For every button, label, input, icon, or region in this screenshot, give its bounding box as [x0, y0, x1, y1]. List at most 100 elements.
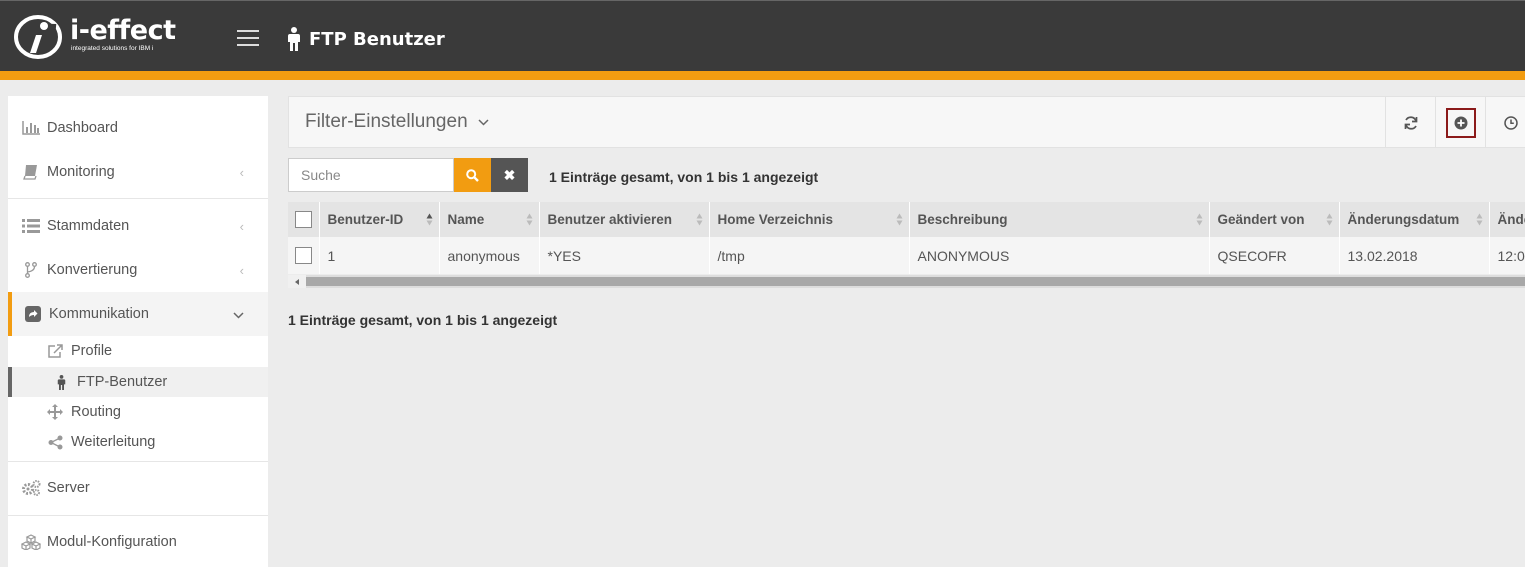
external-link-icon [46, 343, 64, 359]
bar-chart-icon [21, 121, 41, 135]
page-title-area: FTP Benutzer [287, 25, 445, 53]
cogs-icon [21, 480, 41, 496]
add-button-focus [1445, 107, 1476, 138]
table-header-row: Benutzer-ID Name Benutzer aktivieren Hom… [288, 202, 1525, 237]
sidebar-subitem-profile[interactable]: Profile [8, 336, 268, 366]
table-row[interactable]: 1 anonymous *YES /tmp ANONYMOUS QSECOFR … [288, 237, 1525, 274]
sidebar-item-modul-konfiguration[interactable]: Modul-Konfiguration [8, 520, 268, 564]
clear-search-button[interactable]: ✖ [491, 158, 528, 192]
sidebar-item-label: Konvertierung [47, 262, 138, 278]
refresh-button[interactable] [1385, 97, 1435, 148]
male-icon [288, 27, 300, 51]
male-icon [52, 374, 70, 390]
cell-benutzer-aktivieren: *YES [539, 237, 710, 274]
sidebar-subitem-weiterleitung[interactable]: Weiterleitung [8, 427, 268, 457]
search-icon [466, 168, 479, 182]
share-alt-icon [46, 435, 64, 450]
select-all-cell [288, 202, 320, 237]
accent-bar [0, 71, 1525, 80]
sidebar-item-monitoring[interactable]: Monitoring ‹ [8, 150, 268, 194]
row-checkbox[interactable] [295, 247, 312, 265]
plus-circle-icon [1454, 116, 1467, 129]
sidebar-subitem-label: Routing [71, 404, 121, 420]
sidebar-item-label: Monitoring [47, 164, 115, 180]
chevron-left-icon: ‹ [239, 262, 244, 278]
top-header: i-effect integrated solutions for IBM i … [0, 0, 1525, 71]
caret-left-icon [295, 278, 299, 285]
column-header-aenderungszeit[interactable]: Ände [1489, 202, 1525, 237]
sidebar-item-label: Modul-Konfiguration [47, 534, 177, 550]
row-select-cell [288, 237, 320, 274]
cell-home-verzeichnis: /tmp [709, 237, 910, 274]
column-header-home-verzeichnis[interactable]: Home Verzeichnis [709, 202, 910, 237]
column-header-beschreibung[interactable]: Beschreibung [909, 202, 1210, 237]
column-header-benutzer-id[interactable]: Benutzer-ID [319, 202, 440, 237]
cubes-icon [21, 534, 41, 550]
logo-mark-icon [14, 15, 62, 59]
column-header-geaendert-von[interactable]: Geändert von [1209, 202, 1340, 237]
sort-asc-icon [426, 213, 432, 226]
clock-icon [1503, 115, 1518, 130]
cell-beschreibung: ANONYMOUS [909, 237, 1210, 274]
add-button[interactable] [1435, 97, 1485, 148]
sidebar-subitem-label: Profile [71, 343, 113, 359]
search-input[interactable] [288, 158, 454, 192]
sidebar-item-stammdaten[interactable]: Stammdaten ‹ [8, 204, 268, 248]
divider [8, 515, 268, 516]
sort-icon [696, 213, 702, 226]
close-icon: ✖ [503, 166, 516, 183]
logo-subtitle: integrated solutions for IBM i [71, 45, 154, 52]
menu-toggle-icon[interactable] [237, 30, 259, 46]
column-header-benutzer-aktivieren[interactable]: Benutzer aktivieren [539, 202, 710, 237]
chevron-down-icon [233, 307, 244, 322]
select-all-checkbox[interactable] [295, 211, 312, 228]
sidebar-subitem-label: FTP-Benutzer [77, 374, 168, 390]
cell-aenderungszeit: 12:0 [1489, 237, 1525, 274]
share-square-icon [23, 306, 43, 322]
sidebar-item-dashboard[interactable]: Dashboard [8, 106, 268, 150]
sidebar: Dashboard Monitoring ‹ Stammdaten ‹ Konv… [8, 96, 268, 567]
refresh-icon [1404, 115, 1417, 130]
scroll-left-button[interactable] [288, 275, 306, 288]
sidebar-item-server[interactable]: Server [8, 466, 268, 510]
sort-icon [1476, 213, 1482, 226]
cell-aenderungsdatum: 13.02.2018 [1339, 237, 1490, 274]
column-header-name[interactable]: Name [439, 202, 540, 237]
sort-icon [1326, 213, 1332, 226]
sidebar-item-label: Stammdaten [47, 218, 130, 234]
sidebar-item-label: Server [47, 480, 90, 496]
sort-icon [1196, 213, 1202, 226]
divider [8, 198, 268, 199]
filter-settings-toggle[interactable]: Filter-Einstellungen [305, 111, 489, 133]
sidebar-item-label: Kommunikation [49, 306, 149, 322]
records-summary-top: 1 Einträge gesamt, von 1 bis 1 angezeigt [549, 169, 819, 185]
cell-benutzer-id: 1 [319, 237, 440, 274]
code-fork-icon [21, 262, 41, 278]
sort-icon [526, 213, 532, 226]
sidebar-item-konvertierung[interactable]: Konvertierung ‹ [8, 248, 268, 292]
list-icon [21, 219, 41, 233]
sidebar-item-label: Dashboard [47, 120, 118, 136]
sort-icon [896, 213, 902, 226]
chevron-left-icon: ‹ [239, 164, 244, 180]
page-title: FTP Benutzer [309, 28, 445, 50]
book-icon [21, 164, 41, 180]
sidebar-item-kommunikation[interactable]: Kommunikation [8, 292, 268, 336]
sidebar-subitem-ftp-benutzer[interactable]: FTP-Benutzer [8, 367, 268, 397]
sidebar-subitem-label: Weiterleitung [71, 434, 156, 450]
chevron-left-icon: ‹ [239, 218, 244, 234]
search-button[interactable] [454, 158, 491, 192]
arrows-icon [46, 404, 64, 420]
cell-geaendert-von: QSECOFR [1209, 237, 1340, 274]
chevron-down-icon [478, 115, 489, 129]
history-button[interactable] [1485, 97, 1525, 148]
divider [8, 461, 268, 462]
cell-name: anonymous [439, 237, 540, 274]
i-effect-logo[interactable]: i-effect integrated solutions for IBM i [14, 15, 184, 59]
column-header-aenderungsdatum[interactable]: Änderungsdatum [1339, 202, 1490, 237]
scrollbar-thumb[interactable] [306, 277, 1525, 286]
logo-text: i-effect [70, 15, 176, 46]
records-summary-bottom: 1 Einträge gesamt, von 1 bis 1 angezeigt [288, 312, 558, 328]
horizontal-scrollbar[interactable] [288, 275, 1525, 288]
sidebar-subitem-routing[interactable]: Routing [8, 397, 268, 427]
